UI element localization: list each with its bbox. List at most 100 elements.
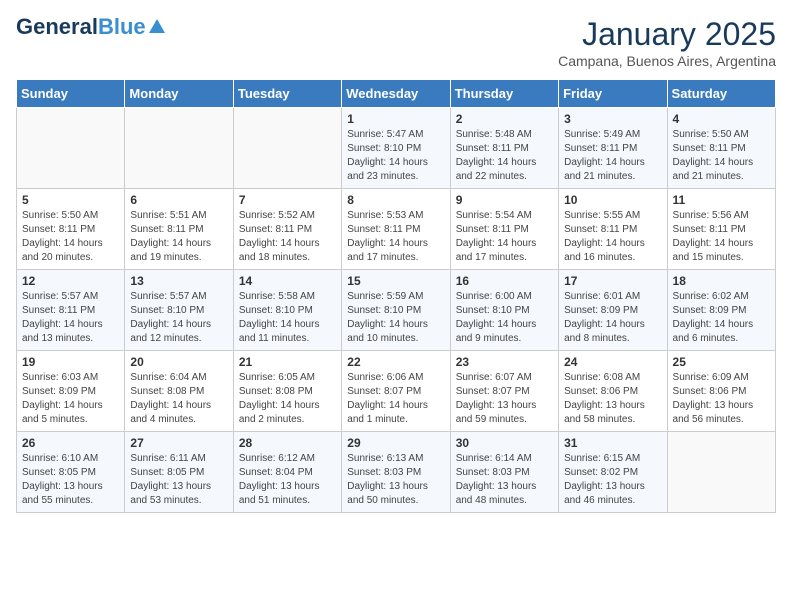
- day-number: 27: [130, 436, 227, 450]
- calendar-cell: [125, 108, 233, 189]
- day-info: Sunrise: 5:59 AM Sunset: 8:10 PM Dayligh…: [347, 290, 444, 346]
- calendar-week-4: 19 Sunrise: 6:03 AM Sunset: 8:09 PM Dayli…: [17, 351, 776, 432]
- calendar-cell: 22Sunrise: 6:06 AM Sunset: 8:07 PM Dayli…: [342, 351, 450, 432]
- header-day-wednesday: Wednesday: [342, 80, 450, 108]
- day-info: Sunrise: 5:50 AM Sunset: 8:11 PM Dayligh…: [22, 209, 119, 265]
- calendar-cell: 20 Sunrise: 6:04 AM Sunset: 8:08 PM Dayli…: [125, 351, 233, 432]
- day-info: Sunrise: 5:47 AM Sunset: 8:10 PM Dayligh…: [347, 128, 444, 184]
- day-info: Sunrise: 6:10 AM Sunset: 8:05 PM Dayligh…: [22, 452, 119, 508]
- day-info: Sunrise: 5:50 AM Sunset: 8:11 PM Dayligh…: [673, 128, 770, 184]
- calendar-week-1: 1 Sunrise: 5:47 AM Sunset: 8:10 PM Daylig…: [17, 108, 776, 189]
- day-number: 14: [239, 274, 336, 288]
- day-number: 8: [347, 193, 444, 207]
- day-number: 26: [22, 436, 119, 450]
- calendar-cell: 31 Sunrise: 6:15 AM Sunset: 8:02 PM Dayli…: [559, 432, 667, 513]
- calendar-cell: 27 Sunrise: 6:11 AM Sunset: 8:05 PM Dayli…: [125, 432, 233, 513]
- calendar-cell: 30 Sunrise: 6:14 AM Sunset: 8:03 PM Dayli…: [450, 432, 558, 513]
- day-info: Sunrise: 6:01 AM Sunset: 8:09 PM Dayligh…: [564, 290, 661, 346]
- day-info: Sunrise: 5:57 AM Sunset: 8:10 PM Dayligh…: [130, 290, 227, 346]
- day-number: 28: [239, 436, 336, 450]
- day-number: 7: [239, 193, 336, 207]
- calendar-cell: 26 Sunrise: 6:10 AM Sunset: 8:05 PM Dayli…: [17, 432, 125, 513]
- calendar-cell: 16Sunrise: 6:00 AM Sunset: 8:10 PM Dayli…: [450, 270, 558, 351]
- day-info: Sunrise: 6:11 AM Sunset: 8:05 PM Dayligh…: [130, 452, 227, 508]
- day-info: Sunrise: 6:12 AM Sunset: 8:04 PM Dayligh…: [239, 452, 336, 508]
- day-number: 21: [239, 355, 336, 369]
- day-info: Sunrise: 6:00 AM Sunset: 8:10 PM Dayligh…: [456, 290, 553, 346]
- calendar-cell: 4 Sunrise: 5:50 AM Sunset: 8:11 PM Daylig…: [667, 108, 775, 189]
- day-number: 25: [673, 355, 770, 369]
- calendar-week-3: 12Sunrise: 5:57 AM Sunset: 8:11 PM Dayli…: [17, 270, 776, 351]
- day-info: Sunrise: 5:53 AM Sunset: 8:11 PM Dayligh…: [347, 209, 444, 265]
- calendar-cell: 15 Sunrise: 5:59 AM Sunset: 8:10 PM Dayli…: [342, 270, 450, 351]
- day-number: 18: [673, 274, 770, 288]
- location-subtitle: Campana, Buenos Aires, Argentina: [558, 53, 776, 69]
- day-number: 17: [564, 274, 661, 288]
- calendar-cell: 23 Sunrise: 6:07 AM Sunset: 8:07 PM Dayli…: [450, 351, 558, 432]
- calendar-cell: [667, 432, 775, 513]
- day-info: Sunrise: 5:48 AM Sunset: 8:11 PM Dayligh…: [456, 128, 553, 184]
- day-info: Sunrise: 6:03 AM Sunset: 8:09 PM Dayligh…: [22, 371, 119, 427]
- day-number: 4: [673, 112, 770, 126]
- day-info: Sunrise: 6:14 AM Sunset: 8:03 PM Dayligh…: [456, 452, 553, 508]
- day-info: Sunrise: 6:13 AM Sunset: 8:03 PM Dayligh…: [347, 452, 444, 508]
- calendar-cell: 6Sunrise: 5:51 AM Sunset: 8:11 PM Daylig…: [125, 189, 233, 270]
- calendar-cell: 28 Sunrise: 6:12 AM Sunset: 8:04 PM Dayli…: [233, 432, 341, 513]
- calendar-cell: 19 Sunrise: 6:03 AM Sunset: 8:09 PM Dayli…: [17, 351, 125, 432]
- header-day-tuesday: Tuesday: [233, 80, 341, 108]
- calendar-cell: 12Sunrise: 5:57 AM Sunset: 8:11 PM Dayli…: [17, 270, 125, 351]
- header-day-sunday: Sunday: [17, 80, 125, 108]
- title-block: January 2025 Campana, Buenos Aires, Arge…: [558, 16, 776, 69]
- calendar-cell: 14 Sunrise: 5:58 AM Sunset: 8:10 PM Dayli…: [233, 270, 341, 351]
- day-number: 15: [347, 274, 444, 288]
- day-number: 9: [456, 193, 553, 207]
- header-day-saturday: Saturday: [667, 80, 775, 108]
- day-info: Sunrise: 5:56 AM Sunset: 8:11 PM Dayligh…: [673, 209, 770, 265]
- calendar-cell: 21 Sunrise: 6:05 AM Sunset: 8:08 PM Dayli…: [233, 351, 341, 432]
- day-info: Sunrise: 6:08 AM Sunset: 8:06 PM Dayligh…: [564, 371, 661, 427]
- calendar-cell: 2 Sunrise: 5:48 AM Sunset: 8:11 PM Daylig…: [450, 108, 558, 189]
- day-info: Sunrise: 6:07 AM Sunset: 8:07 PM Dayligh…: [456, 371, 553, 427]
- day-number: 30: [456, 436, 553, 450]
- calendar-cell: 1 Sunrise: 5:47 AM Sunset: 8:10 PM Daylig…: [342, 108, 450, 189]
- day-number: 31: [564, 436, 661, 450]
- day-info: Sunrise: 6:15 AM Sunset: 8:02 PM Dayligh…: [564, 452, 661, 508]
- day-number: 6: [130, 193, 227, 207]
- day-info: Sunrise: 5:58 AM Sunset: 8:10 PM Dayligh…: [239, 290, 336, 346]
- calendar-cell: 13 Sunrise: 5:57 AM Sunset: 8:10 PM Dayli…: [125, 270, 233, 351]
- day-number: 2: [456, 112, 553, 126]
- day-number: 13: [130, 274, 227, 288]
- day-number: 12: [22, 274, 119, 288]
- logo-icon: [148, 17, 166, 35]
- day-info: Sunrise: 6:06 AM Sunset: 8:07 PM Dayligh…: [347, 371, 444, 427]
- header-day-thursday: Thursday: [450, 80, 558, 108]
- calendar-cell: 17 Sunrise: 6:01 AM Sunset: 8:09 PM Dayli…: [559, 270, 667, 351]
- calendar-week-5: 26 Sunrise: 6:10 AM Sunset: 8:05 PM Dayli…: [17, 432, 776, 513]
- page-header: GeneralBlue January 2025 Campana, Buenos…: [16, 16, 776, 69]
- calendar-cell: 5 Sunrise: 5:50 AM Sunset: 8:11 PM Daylig…: [17, 189, 125, 270]
- day-number: 23: [456, 355, 553, 369]
- calendar-cell: 11Sunrise: 5:56 AM Sunset: 8:11 PM Dayli…: [667, 189, 775, 270]
- day-number: 10: [564, 193, 661, 207]
- day-number: 3: [564, 112, 661, 126]
- calendar-cell: [233, 108, 341, 189]
- day-info: Sunrise: 5:54 AM Sunset: 8:11 PM Dayligh…: [456, 209, 553, 265]
- day-info: Sunrise: 6:05 AM Sunset: 8:08 PM Dayligh…: [239, 371, 336, 427]
- day-info: Sunrise: 6:02 AM Sunset: 8:09 PM Dayligh…: [673, 290, 770, 346]
- calendar-cell: [17, 108, 125, 189]
- calendar-cell: 10Sunrise: 5:55 AM Sunset: 8:11 PM Dayli…: [559, 189, 667, 270]
- calendar-table: SundayMondayTuesdayWednesdayThursdayFrid…: [16, 79, 776, 513]
- day-number: 5: [22, 193, 119, 207]
- calendar-cell: 25Sunrise: 6:09 AM Sunset: 8:06 PM Dayli…: [667, 351, 775, 432]
- day-number: 19: [22, 355, 119, 369]
- calendar-cell: 8 Sunrise: 5:53 AM Sunset: 8:11 PM Daylig…: [342, 189, 450, 270]
- calendar-cell: 7 Sunrise: 5:52 AM Sunset: 8:11 PM Daylig…: [233, 189, 341, 270]
- calendar-header-row: SundayMondayTuesdayWednesdayThursdayFrid…: [17, 80, 776, 108]
- day-info: Sunrise: 6:04 AM Sunset: 8:08 PM Dayligh…: [130, 371, 227, 427]
- day-info: Sunrise: 5:49 AM Sunset: 8:11 PM Dayligh…: [564, 128, 661, 184]
- calendar-week-2: 5 Sunrise: 5:50 AM Sunset: 8:11 PM Daylig…: [17, 189, 776, 270]
- day-number: 20: [130, 355, 227, 369]
- day-info: Sunrise: 5:52 AM Sunset: 8:11 PM Dayligh…: [239, 209, 336, 265]
- day-number: 29: [347, 436, 444, 450]
- day-number: 1: [347, 112, 444, 126]
